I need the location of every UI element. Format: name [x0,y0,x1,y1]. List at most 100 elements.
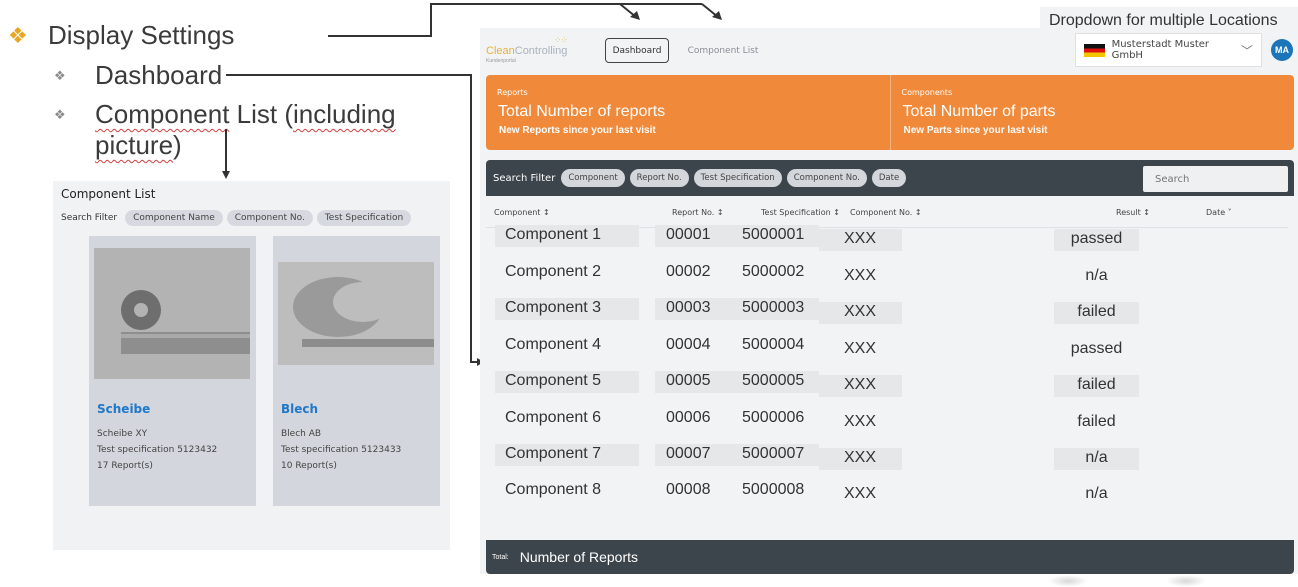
cell-test-spec: 5000001 [735,225,819,247]
cell-report-no: 00005 [655,371,735,393]
column-header-component-no[interactable]: Component No. ↕ [850,208,922,217]
cell-report-no: 00002 [666,263,711,280]
clean-controlling-logo[interactable]: CleanControlling ⁘⁘ Kundenportal [486,35,568,64]
column-header-result[interactable]: Result ↕ [1116,208,1150,217]
cell-component: Component 3 [495,298,639,320]
nav-tab-component-list[interactable]: Component List [683,38,763,63]
search-filter-bar: Search Filter Component Report No. Test … [486,160,1294,196]
component-card-name[interactable]: Scheibe [97,402,150,416]
logo-dots-icon: ⁘⁘ [554,35,568,45]
cell-component-no: XXX [819,448,902,470]
component-list-filter-bar: Search Filter Component Name Component N… [61,210,412,226]
kpi-banner: Reports Total Number of reports New Repo… [486,75,1294,150]
nav-tab-dashboard[interactable]: Dashboard [605,38,669,63]
cell-report-no: 00003 [655,298,735,320]
bullet-label-part: Component [95,99,230,129]
table-footer: Total: Number of Reports [486,540,1294,574]
cell-result: failed [1077,413,1116,430]
filter-chip-report-no[interactable]: Report No. [629,169,689,187]
component-card-meta: Scheibe XY Test specification 5123432 17… [97,426,217,474]
table-row[interactable]: Component 3 00003 5000003 XXX failed [480,298,1298,334]
washer-photo [94,248,250,379]
cell-component-no: XXX [844,267,877,284]
dashboard-panel: CleanControlling ⁘⁘ Kundenportal Dashboa… [480,28,1298,574]
connector-line [430,3,432,37]
location-selected-value: Musterstadt Muster GmbH [1111,39,1210,61]
column-header-date[interactable]: Date ˅ [1206,208,1232,217]
cell-component-no: XXX [819,229,902,251]
bullet-label: Dashboard [95,60,223,90]
connector-line [226,74,471,76]
component-list-title: Component List [61,187,156,201]
cell-component-no: XXX [819,375,902,397]
card-spec: Test specification 5123433 [281,445,402,455]
cell-result: failed [1054,375,1139,397]
cell-result: n/a [1054,448,1139,470]
connector-line [225,129,227,173]
filter-chip-test-specification[interactable]: Test Specification [316,210,412,226]
filter-chip-component[interactable]: Component [561,169,625,187]
decorative-shadow [1166,575,1206,587]
column-header-report-no[interactable]: Report No. ↕ [672,208,724,217]
cell-result: passed [1054,229,1139,251]
cell-component: Component 2 [505,263,602,280]
card-reports: 10 Report(s) [281,461,337,471]
user-avatar[interactable]: MA [1271,39,1293,61]
component-card[interactable]: Blech Blech AB Test specification 512343… [273,236,440,506]
connector-arrows [619,3,722,20]
kpi-category: Reports [497,88,528,97]
bullet-label-part: List ( [229,99,293,129]
cell-component: Component 7 [495,444,639,466]
search-input[interactable] [1143,166,1288,192]
filter-chip-component-no[interactable]: Component No. [226,210,313,226]
kpi-title: Total Number of parts [902,103,1056,120]
component-card-name[interactable]: Blech [281,402,318,416]
bullet-display-settings: ❖ Display Settings [8,20,234,51]
component-card[interactable]: Scheibe Scheibe XY Test specification 51… [89,236,256,506]
card-description: Blech AB [281,429,322,439]
filter-chip-test-specification[interactable]: Test Specification [693,169,782,187]
decorative-shadow [1048,575,1088,587]
table-row[interactable]: Component 6 00006 5000006 XXX failed [480,408,1298,444]
kpi-reports[interactable]: Reports Total Number of reports New Repo… [486,75,890,150]
logo-text: Clean [486,45,515,57]
logo-text: Controlling [514,45,568,57]
filter-chip-date[interactable]: Date [871,169,907,187]
table-row[interactable]: Component 8 00008 5000008 XXX n/a [480,480,1298,516]
connector-arrow-down [222,171,230,179]
connector-line [470,74,472,362]
kpi-subtitle: New Reports since your last visit [499,125,656,136]
table-row[interactable]: Component 2 00002 5000002 XXX n/a [480,262,1298,298]
cell-component-no: XXX [844,485,877,502]
bullet-label-part: including [293,99,396,129]
cell-result: passed [1070,340,1123,357]
cell-component: Component 6 [505,409,602,426]
kpi-category: Components [901,88,953,97]
component-card-meta: Blech AB Test specification 5123433 10 R… [281,426,401,474]
location-dropdown[interactable]: Musterstadt Muster GmbH ﹀ [1075,33,1262,67]
column-header-component[interactable]: Component ↕ [494,208,550,217]
diamond-bullet-icon: ❖ [8,22,28,48]
cell-component: Component 5 [495,371,639,393]
footer-total-value: Number of Reports [519,549,639,565]
cell-test-spec: 5000002 [742,263,805,280]
footer-total-label: Total: [492,553,509,561]
cell-component: Component 1 [495,225,639,247]
cell-report-no: 00008 [666,481,711,498]
filter-chip-component-no[interactable]: Component No. [786,169,867,187]
table-row[interactable]: Component 4 00004 5000004 XXX passed [480,335,1298,371]
cell-report-no: 00001 [655,225,735,247]
cell-test-spec: 5000007 [735,444,819,466]
kpi-components[interactable]: Components Total Number of parts New Par… [889,75,1295,150]
table-row[interactable]: Component 5 00005 5000005 XXX failed [480,371,1298,407]
connector-line [328,35,432,37]
column-header-test-specification[interactable]: Test Specification ↕ [761,208,840,217]
table-row[interactable]: Component 7 00007 5000007 XXX n/a [480,444,1298,480]
cell-result: n/a [1085,267,1108,284]
bullet-label: Display Settings [48,20,235,50]
search-filter-label: Search Filter [61,213,118,223]
cell-report-no: 00007 [655,444,735,466]
table-row[interactable]: Component 1 00001 5000001 XXX passed [480,225,1298,261]
bullet-label-part: ) [173,130,182,160]
filter-chip-component-name[interactable]: Component Name [125,210,223,226]
